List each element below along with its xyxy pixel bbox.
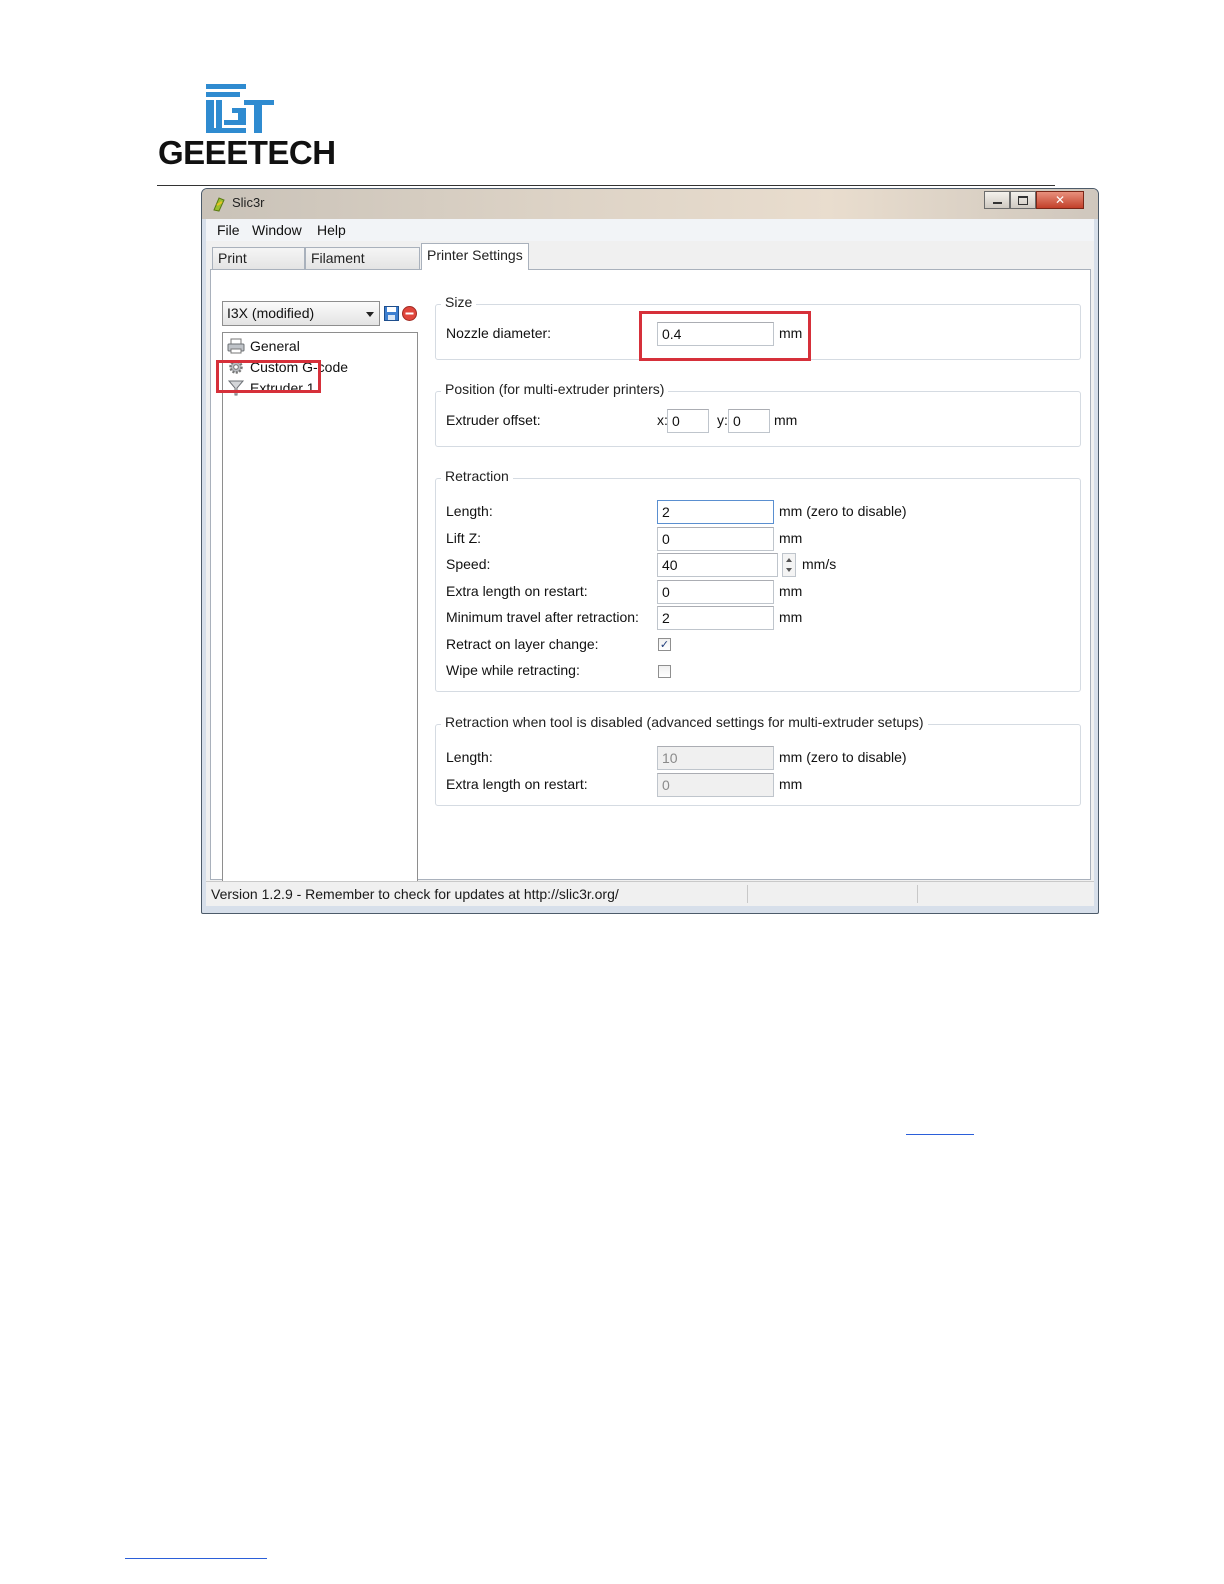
lift-z-input[interactable]: 0 xyxy=(657,527,774,551)
slic3r-window: Slic3r ✕ File Window Help Print Settings… xyxy=(201,188,1099,914)
status-bar: Version 1.2.9 - Remember to check for up… xyxy=(206,881,1094,906)
speed-input[interactable]: 40 xyxy=(657,553,778,577)
minimum-travel-label: Minimum travel after retraction: xyxy=(446,609,639,625)
speed-label: Speed: xyxy=(446,556,491,572)
spin-up-icon[interactable] xyxy=(786,558,792,562)
toolchange-extra-label: Extra length on restart: xyxy=(446,776,588,792)
preset-dropdown[interactable]: I3X (modified) xyxy=(222,301,380,326)
toolchange-length-unit: mm (zero to disable) xyxy=(779,749,907,765)
preset-value: I3X (modified) xyxy=(227,305,315,321)
group-title: Retraction when tool is disabled (advanc… xyxy=(441,714,928,730)
logo-wordmark: GEEETECH xyxy=(158,134,336,171)
minimum-travel-input[interactable]: 2 xyxy=(657,606,774,630)
printer-icon xyxy=(227,338,245,354)
nozzle-diameter-label: Nozzle diameter: xyxy=(446,325,552,341)
nozzle-highlight-box xyxy=(639,311,811,361)
group-title: Size xyxy=(441,294,477,310)
toolchange-length-label: Length: xyxy=(446,749,493,765)
group-title: Position (for multi-extruder printers) xyxy=(441,381,669,397)
retract-layer-change-checkbox[interactable]: ✓ xyxy=(658,638,671,651)
y-label: y: xyxy=(717,412,728,428)
retract-layer-change-label: Retract on layer change: xyxy=(446,636,599,652)
retraction-disabled-group: Retraction when tool is disabled (advanc… xyxy=(435,714,1081,806)
settings-tree: General Custom G-code Extruder 1 xyxy=(222,332,418,900)
retraction-length-unit: mm (zero to disable) xyxy=(779,503,907,519)
offset-unit: mm xyxy=(774,412,798,428)
hyperlink-underline[interactable] xyxy=(906,1134,974,1135)
geeetech-logo: GEEETECH xyxy=(158,82,336,172)
maximize-icon xyxy=(1018,195,1028,205)
status-text: Version 1.2.9 - Remember to check for up… xyxy=(211,886,619,902)
header-rule xyxy=(157,185,1055,186)
retraction-length-label: Length: xyxy=(446,503,493,519)
menu-file[interactable]: File xyxy=(217,222,240,238)
close-icon: ✕ xyxy=(1054,193,1066,207)
offset-y-input[interactable]: 0 xyxy=(728,409,770,433)
close-button[interactable]: ✕ xyxy=(1036,191,1084,209)
group-title: Retraction xyxy=(441,468,513,484)
wipe-retracting-label: Wipe while retracting: xyxy=(446,662,580,678)
tab-printer-settings[interactable]: Printer Settings xyxy=(421,243,529,270)
lift-z-unit: mm xyxy=(779,530,803,546)
status-separator xyxy=(917,885,918,903)
toolchange-length-input[interactable]: 10 xyxy=(657,746,774,770)
speed-spinner[interactable] xyxy=(782,553,796,577)
printer-settings-page: I3X (modified) General Custom G-code Ext… xyxy=(210,269,1091,900)
offset-x-input[interactable]: 0 xyxy=(667,409,709,433)
gt-logo-mark xyxy=(206,84,274,133)
title-bar[interactable]: Slic3r ✕ xyxy=(202,189,1098,219)
minimum-travel-unit: mm xyxy=(779,609,803,625)
save-preset-icon[interactable] xyxy=(384,306,399,321)
lift-z-label: Lift Z: xyxy=(446,530,482,546)
maximize-button[interactable] xyxy=(1010,191,1036,209)
checkmark-icon: ✓ xyxy=(659,638,670,651)
tree-item-label: General xyxy=(250,338,300,354)
retraction-length-input[interactable]: 2 xyxy=(657,500,774,524)
extra-length-input[interactable]: 0 xyxy=(657,580,774,604)
spin-down-icon[interactable] xyxy=(786,568,792,572)
menu-window[interactable]: Window xyxy=(252,222,302,238)
slic3r-app-icon xyxy=(213,197,225,212)
speed-unit: mm/s xyxy=(802,556,837,572)
chevron-down-icon xyxy=(366,312,374,317)
retraction-group: Retraction Length: 2 mm (zero to disable… xyxy=(435,468,1081,692)
minimize-icon xyxy=(992,202,1002,204)
footer-link-underline[interactable] xyxy=(125,1558,267,1559)
tab-print-settings[interactable]: Print Settings xyxy=(212,247,305,287)
menu-help[interactable]: Help xyxy=(317,222,346,238)
toolchange-extra-input[interactable]: 0 xyxy=(657,773,774,797)
extra-length-label: Extra length on restart: xyxy=(446,583,588,599)
position-group: Position (for multi-extruder printers) E… xyxy=(435,381,1081,447)
wipe-retracting-checkbox[interactable] xyxy=(658,665,671,678)
minimize-button[interactable] xyxy=(984,191,1010,209)
window-title: Slic3r xyxy=(232,195,265,210)
tab-filament-settings[interactable]: Filament Settings xyxy=(305,247,420,287)
extruder-offset-label: Extruder offset: xyxy=(446,412,541,428)
menu-bar: File Window Help xyxy=(206,219,1094,242)
toolchange-extra-unit: mm xyxy=(779,776,803,792)
extruder-highlight-box xyxy=(216,360,321,393)
client-area: Print Settings Filament Settings Printer… xyxy=(206,241,1094,900)
status-separator xyxy=(747,885,748,903)
delete-preset-icon[interactable] xyxy=(402,306,417,321)
extra-length-unit: mm xyxy=(779,583,803,599)
